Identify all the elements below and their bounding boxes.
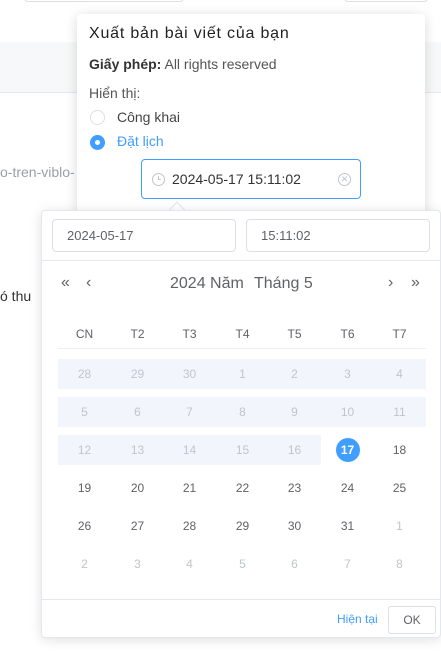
header-year[interactable]: 2024 Năm <box>170 275 244 293</box>
selected-day-label[interactable]: 17 <box>335 438 360 462</box>
calendar-week-row: 28 29 30 1 2 3 4 <box>58 359 426 389</box>
calendar-day: 6 <box>134 405 141 419</box>
radio-scheduled-label[interactable]: Đặt lịch <box>117 133 164 149</box>
background-control <box>24 0 184 2</box>
weekday-label: T2 <box>130 327 145 341</box>
calendar-day[interactable]: 19 <box>58 473 111 503</box>
background-control <box>344 0 428 2</box>
weekday-label: T6 <box>340 327 355 341</box>
calendar-day: 5 <box>81 405 88 419</box>
calendar-day[interactable]: 27 <box>111 511 164 541</box>
clock-icon <box>152 173 165 186</box>
calendar-day: 29 <box>130 367 145 381</box>
calendar-week-row: 26 27 28 29 30 31 1 <box>58 511 426 541</box>
calendar-week-row: 12 13 14 15 16 17 18 <box>58 435 426 465</box>
next-month-button[interactable]: › <box>388 274 393 292</box>
circle-close-icon[interactable]: ✕ <box>338 173 351 186</box>
radio-scheduled[interactable] <box>90 135 105 150</box>
calendar-day[interactable]: 24 <box>321 473 374 503</box>
weekday-label: CN <box>75 327 94 341</box>
next-year-button[interactable]: » <box>411 274 420 292</box>
picker-divider <box>42 260 440 261</box>
radio-public-label[interactable]: Công khai <box>117 109 180 125</box>
calendar-day-next-month[interactable]: 4 <box>163 549 216 579</box>
calendar-day: 8 <box>239 405 246 419</box>
ok-button[interactable]: OK <box>388 606 436 634</box>
visibility-label: Hiển thị: <box>89 85 141 101</box>
calendar-day[interactable]: 22 <box>216 473 269 503</box>
prev-year-button[interactable]: « <box>61 274 70 292</box>
publish-popover: Xuất bản bài viết của bạn Giấy phép: All… <box>77 14 425 220</box>
calendar-day-selected[interactable]: 17 <box>321 435 374 465</box>
schedule-datetime-value[interactable]: 2024-05-17 15:11:02 <box>172 171 301 187</box>
calendar-day: 10 <box>340 405 355 419</box>
calendar-day: 15 <box>235 443 250 457</box>
calendar-day: 1 <box>239 367 246 381</box>
calendar-day[interactable]: 23 <box>268 473 321 503</box>
picker-date-input[interactable]: 2024-05-17 <box>52 219 236 252</box>
picker-time-input[interactable]: 15:11:02 <box>246 219 430 252</box>
background-body-text: ó thu <box>0 288 32 304</box>
weekday-label: T3 <box>182 327 197 341</box>
calendar-day: 9 <box>291 405 298 419</box>
calendar-day: 12 <box>77 443 92 457</box>
calendar-day: 11 <box>393 405 406 419</box>
calendar-week-row: 2 3 4 5 6 7 8 <box>58 549 426 579</box>
calendar-day-next-month[interactable]: 2 <box>58 549 111 579</box>
prev-month-button[interactable]: ‹ <box>86 274 91 292</box>
weekday-label: T4 <box>235 327 250 341</box>
calendar-day-next-month[interactable]: 3 <box>111 549 164 579</box>
calendar-day[interactable]: 18 <box>373 435 426 465</box>
calendar-day-next-month[interactable]: 8 <box>373 549 426 579</box>
calendar-day-next-month[interactable]: 7 <box>321 549 374 579</box>
weekday-header-row: CN T2 T3 T4 T5 T6 T7 <box>58 319 426 349</box>
calendar-day[interactable]: 20 <box>111 473 164 503</box>
schedule-datetime-input[interactable]: 2024-05-17 15:11:02 ✕ <box>141 159 361 199</box>
calendar-day: 2 <box>291 367 298 381</box>
datetime-picker-panel: 2024-05-17 15:11:02 « ‹ 2024 Năm Tháng 5… <box>41 210 441 638</box>
calendar-day: 16 <box>287 443 302 457</box>
calendar-day: 14 <box>182 443 197 457</box>
calendar-day: 30 <box>182 367 197 381</box>
calendar-day-next-month[interactable]: 5 <box>216 549 269 579</box>
license-label: Giấy phép: <box>89 56 162 72</box>
calendar-day[interactable]: 31 <box>321 511 374 541</box>
radio-public[interactable] <box>90 110 105 125</box>
picker-footer-divider <box>42 599 440 600</box>
now-button[interactable]: Hiện tại <box>337 612 378 626</box>
calendar-week-row: 19 20 21 22 23 24 25 <box>58 473 426 503</box>
calendar-day[interactable]: 28 <box>163 511 216 541</box>
calendar-day: 4 <box>396 367 403 381</box>
calendar-day[interactable]: 30 <box>268 511 321 541</box>
weekday-label: T5 <box>287 327 302 341</box>
calendar-day: 7 <box>186 405 193 419</box>
calendar-day: 28 <box>77 367 92 381</box>
background-slug-text: o-tren-viblo- <box>0 164 75 180</box>
calendar-day: 3 <box>344 367 351 381</box>
calendar-day-next-month[interactable]: 1 <box>373 511 426 541</box>
calendar-day[interactable]: 21 <box>163 473 216 503</box>
calendar-day[interactable]: 29 <box>216 511 269 541</box>
calendar-week-row: 5 6 7 8 9 10 11 <box>58 397 426 427</box>
calendar-day: 13 <box>130 443 145 457</box>
license-row: Giấy phép: All rights reserved <box>89 56 277 72</box>
calendar-day[interactable]: 25 <box>373 473 426 503</box>
header-month[interactable]: Tháng 5 <box>254 275 313 293</box>
weekday-label: T7 <box>392 327 407 341</box>
license-value: All rights reserved <box>164 56 277 72</box>
calendar-day-next-month[interactable]: 6 <box>268 549 321 579</box>
publish-title: Xuất bản bài viết của bạn <box>89 25 290 42</box>
calendar-day[interactable]: 26 <box>58 511 111 541</box>
